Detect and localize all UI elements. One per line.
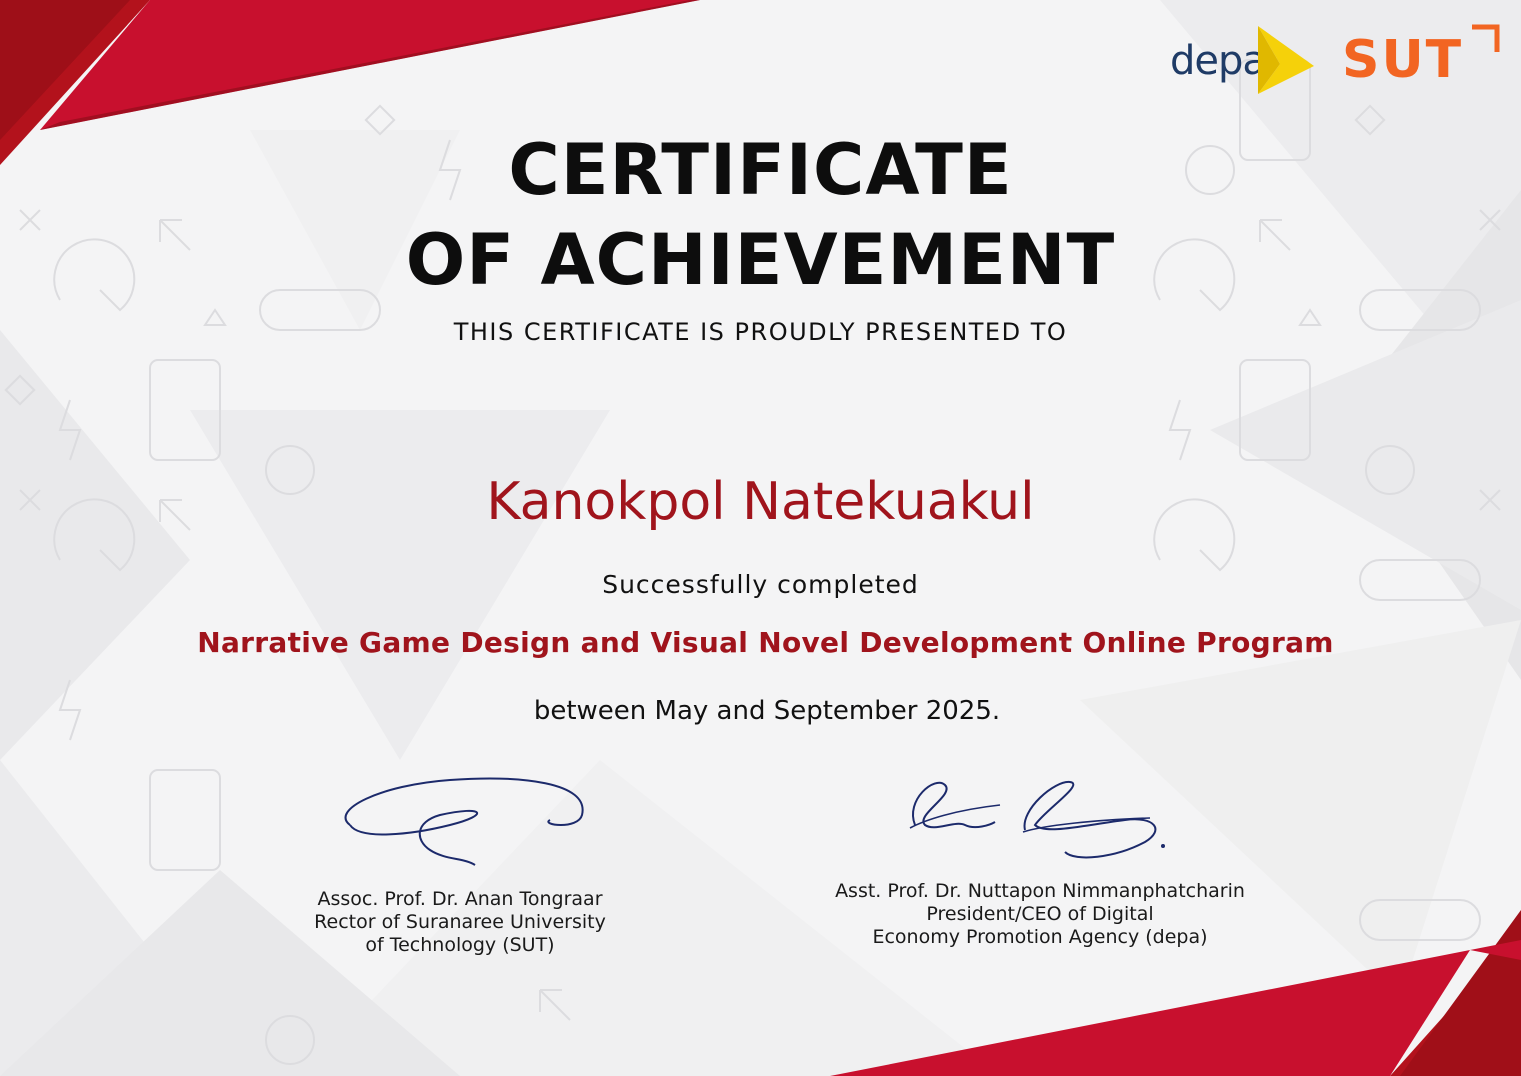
left-signatory: Assoc. Prof. Dr. Anan Tongraar Rector of… <box>260 888 660 957</box>
certificate-title-line1: CERTIFICATE <box>508 129 1013 211</box>
sut-logo-text: SUT <box>1342 30 1464 90</box>
certificate-page: depa SUT CERTIFICATE OF ACHIEVEMENT THIS… <box>0 0 1521 1076</box>
presented-to-text: THIS CERTIFICATE IS PROUDLY PRESENTED TO <box>453 318 1068 346</box>
sut-logo: SUT <box>1340 22 1505 90</box>
depa-logo: depa <box>1170 18 1320 98</box>
depa-arrow-icon <box>1258 26 1314 94</box>
right-signatory: Asst. Prof. Dr. Nuttapon Nimmanphatchari… <box>770 880 1310 949</box>
certificate-title-line2: OF ACHIEVEMENT <box>405 219 1116 301</box>
left-signatory-title-line1: Rector of Suranaree University <box>314 911 606 933</box>
right-signatory-title-line1: President/CEO of Digital <box>926 903 1154 925</box>
right-signature <box>909 780 1165 859</box>
completed-text: Successfully completed <box>602 570 919 599</box>
recipient-name: Kanokpol Natekuakul <box>486 472 1035 532</box>
depa-logo-text: depa <box>1170 38 1267 84</box>
left-signatory-title-line2: of Technology (SUT) <box>365 934 555 956</box>
program-period: between May and September 2025. <box>533 696 1001 726</box>
program-name: Narrative Game Design and Visual Novel D… <box>197 626 1334 659</box>
sut-corner-mark-icon <box>1472 24 1500 52</box>
left-signature <box>344 777 584 866</box>
right-signatory-name: Asst. Prof. Dr. Nuttapon Nimmanphatchari… <box>835 880 1245 902</box>
right-signatory-title-line2: Economy Promotion Agency (depa) <box>872 926 1208 948</box>
left-signatory-name: Assoc. Prof. Dr. Anan Tongraar <box>317 888 603 910</box>
